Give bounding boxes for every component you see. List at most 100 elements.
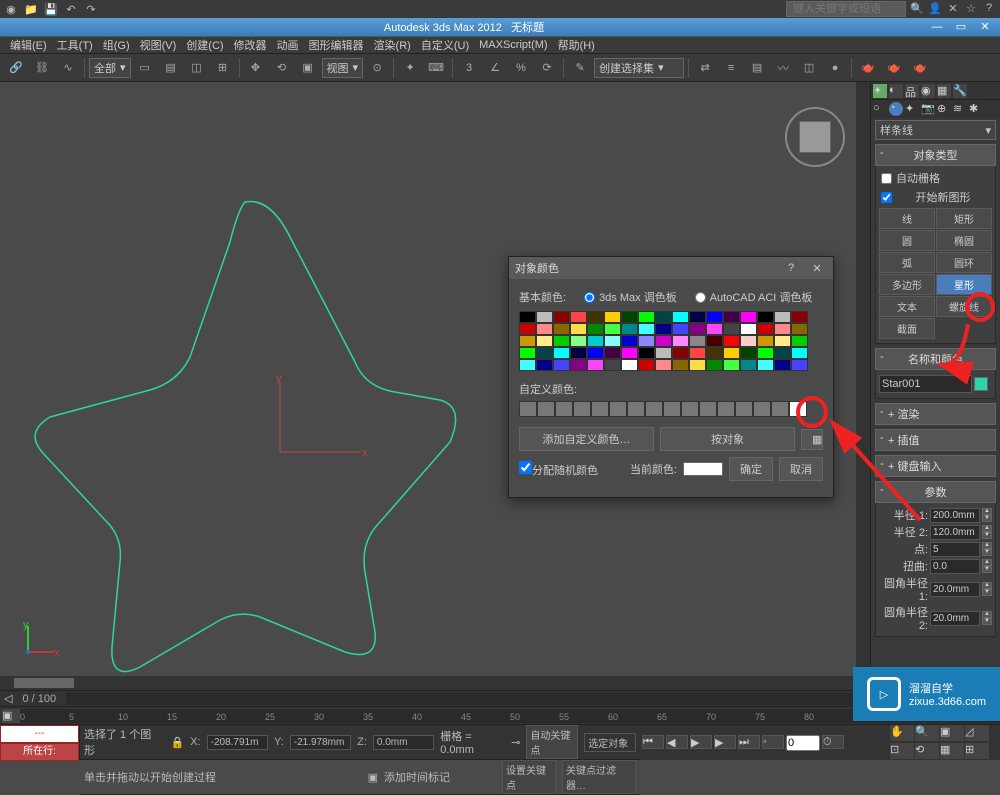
rollout-render[interactable]: + 渲染 (875, 403, 996, 425)
palette-swatch[interactable] (553, 311, 570, 323)
palette-swatch[interactable] (536, 335, 553, 347)
palette-swatch[interactable] (672, 359, 689, 371)
script-mini-left2[interactable]: 所在行: (0, 743, 79, 761)
autokey-button[interactable]: 自动关键点 (526, 725, 578, 759)
menu-create[interactable]: 创建(C) (182, 36, 227, 54)
palette-swatch[interactable] (757, 359, 774, 371)
custom-swatch[interactable] (645, 401, 663, 417)
material-icon[interactable]: ● (823, 57, 847, 79)
move-icon[interactable]: ✥ (244, 57, 268, 79)
tab-motion[interactable]: ◉ (921, 84, 935, 98)
select-name-icon[interactable]: ▤ (159, 57, 183, 79)
v-scrollbar[interactable] (856, 82, 870, 676)
palette-3dsmax-radio[interactable]: 3ds Max 调色板 (584, 289, 677, 305)
close-button[interactable]: ✕ (974, 20, 996, 34)
tab-create[interactable]: ✦ (873, 84, 887, 98)
menu-customize[interactable]: 自定义(U) (417, 36, 473, 54)
custom-swatch[interactable] (735, 401, 753, 417)
add-time-tag[interactable]: 添加时间标记 (384, 769, 450, 785)
ok-button[interactable]: 确定 (729, 457, 773, 481)
angle-snap-icon[interactable]: ∠ (483, 57, 507, 79)
pivot-icon[interactable]: ⊙ (365, 57, 389, 79)
palette-swatch[interactable] (672, 347, 689, 359)
palette-swatch[interactable] (536, 347, 553, 359)
exchange-icon[interactable]: ✕ (946, 1, 960, 15)
palette-swatch[interactable] (689, 335, 706, 347)
render-icon[interactable]: 🫖 (908, 57, 932, 79)
palette-swatch[interactable] (587, 323, 604, 335)
select-icon[interactable]: ▭ (133, 57, 157, 79)
rollout-interp[interactable]: + 插值 (875, 429, 996, 451)
palette-swatch[interactable] (553, 335, 570, 347)
fillet2-input[interactable] (930, 611, 980, 626)
palette-swatch[interactable] (706, 311, 723, 323)
palette-swatch[interactable] (689, 323, 706, 335)
window-crossing-icon[interactable]: ⊞ (211, 57, 235, 79)
color-swatch[interactable] (974, 377, 988, 391)
shape-arc[interactable]: 弧 (879, 252, 935, 273)
palette-swatch[interactable] (638, 359, 655, 371)
keymode-icon[interactable]: ⌨ (424, 57, 448, 79)
minitrack-icon[interactable]: ▣ (2, 709, 20, 723)
palette-swatch[interactable] (655, 323, 672, 335)
palette-swatch[interactable] (570, 347, 587, 359)
shape-ellipse[interactable]: 椭圆 (936, 230, 992, 251)
palette-swatch[interactable] (519, 359, 536, 371)
goto-end-icon[interactable]: ⏭ (738, 735, 760, 749)
palette-swatch[interactable] (570, 359, 587, 371)
radius2-input[interactable] (930, 525, 980, 540)
viewcube[interactable] (780, 102, 850, 172)
subtab-systems[interactable]: ✱ (969, 102, 983, 116)
palette-swatch[interactable] (655, 347, 672, 359)
goto-start-icon[interactable]: ⏮ (642, 735, 664, 749)
palette-swatch[interactable] (570, 323, 587, 335)
time-slider[interactable]: ◁ 0 / 100 ▷ (0, 690, 1000, 706)
palette-swatch[interactable] (587, 311, 604, 323)
palette-swatch[interactable] (774, 347, 791, 359)
palette-swatch[interactable] (621, 311, 638, 323)
palette-swatch[interactable] (604, 347, 621, 359)
custom-swatch[interactable] (699, 401, 717, 417)
named-sel-dropdown[interactable]: 创建选择集▾ (594, 58, 684, 78)
refcoord-dropdown[interactable]: 视图▾ (322, 58, 364, 78)
add-custom-color-button[interactable]: 添加自定义颜色… (519, 427, 654, 451)
palette-swatch[interactable] (740, 347, 757, 359)
palette-swatch[interactable] (706, 347, 723, 359)
open-icon[interactable]: 📁 (24, 2, 38, 16)
palette-swatch[interactable] (723, 347, 740, 359)
radius1-input[interactable] (930, 508, 980, 523)
app-icon[interactable]: ◉ (4, 2, 18, 16)
by-object-button[interactable]: 按对象 (660, 427, 795, 451)
fov-icon[interactable]: ◿ (965, 725, 989, 741)
palette-swatch[interactable] (757, 347, 774, 359)
palette-swatch[interactable] (536, 323, 553, 335)
key-icon[interactable]: ⊸ (511, 736, 520, 749)
rollout-parameters[interactable]: 参数 (875, 481, 996, 503)
palette-swatch[interactable] (740, 311, 757, 323)
setkey-button[interactable]: 设置关键点 (502, 760, 556, 794)
palette-swatch[interactable] (757, 323, 774, 335)
zoom-ext-icon[interactable]: ⊡ (890, 743, 914, 759)
maximize-button[interactable]: ▭ (950, 20, 972, 34)
palette-swatch[interactable] (672, 323, 689, 335)
startnew-checkbox[interactable] (881, 192, 892, 203)
shape-ngon[interactable]: 多边形 (879, 274, 935, 295)
align-icon[interactable]: ≡ (719, 57, 743, 79)
menu-group[interactable]: 组(G) (99, 36, 134, 54)
cancel-button[interactable]: 取消 (779, 457, 823, 481)
time-tag-icon[interactable]: ▣ (368, 771, 378, 784)
random-color-checkbox[interactable]: 分配随机颜色 (519, 461, 598, 478)
tab-utilities[interactable]: 🔧 (953, 84, 967, 98)
layers-icon[interactable]: ▤ (745, 57, 769, 79)
current-frame-input[interactable] (786, 735, 820, 751)
zoom-region-icon[interactable]: ⊞ (965, 743, 989, 759)
next-frame-icon[interactable]: ▶ (714, 735, 736, 749)
tab-modify[interactable]: ◐ (889, 84, 903, 98)
dialog-titlebar[interactable]: 对象颜色 ?✕ (509, 257, 833, 279)
palette-aci-radio[interactable]: AutoCAD ACI 调色板 (695, 289, 813, 305)
pan-icon[interactable]: ✋ (890, 725, 914, 741)
custom-swatch[interactable] (555, 401, 573, 417)
category-dropdown[interactable]: 样条线▾ (875, 120, 996, 140)
palette-swatch[interactable] (638, 311, 655, 323)
palette-swatch[interactable] (519, 311, 536, 323)
